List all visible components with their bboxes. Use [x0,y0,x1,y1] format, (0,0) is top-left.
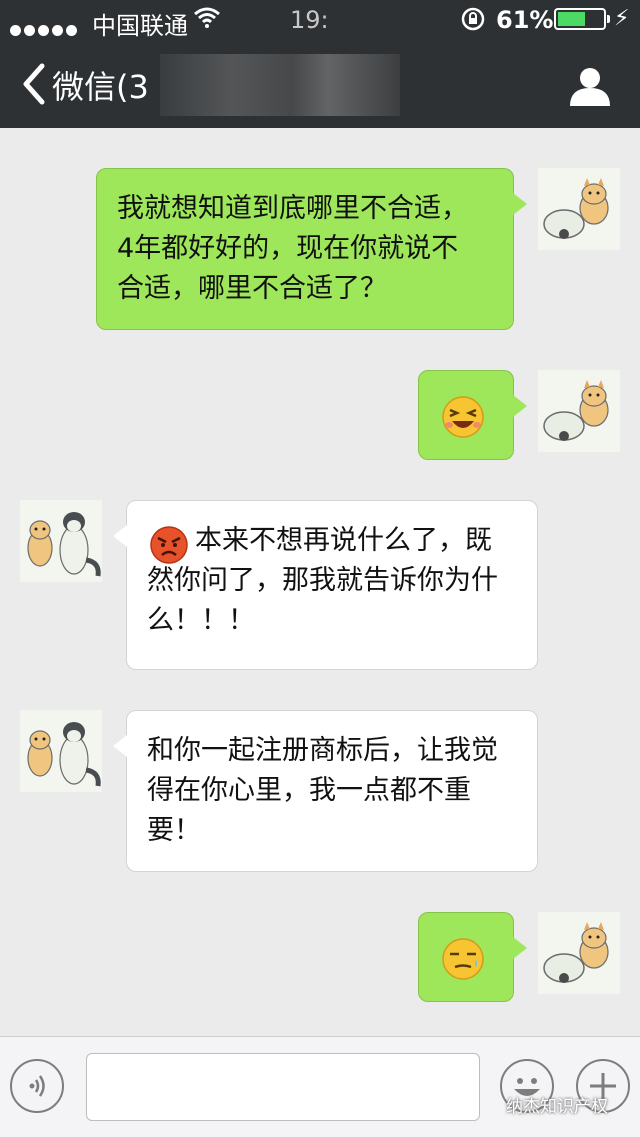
laughing-squint-emoji [441,395,485,451]
smirk-sweat-emoji [441,937,485,993]
incoming-message-bubble[interactable]: 和你一起注册商标后，让我觉 得在你心里，我一点都不重 要！ [113,710,538,872]
avatar[interactable] [20,500,102,582]
shiba-husky-avatar-icon [538,370,620,452]
shiba-husky-avatar-icon [20,500,102,582]
outgoing-emoji-bubble[interactable] [418,912,527,1002]
outgoing-emoji-bubble[interactable] [418,370,527,460]
avatar[interactable] [538,168,620,250]
message-input[interactable] [86,1053,480,1121]
angry-face-emoji [149,525,189,577]
battery-percent: 61% [496,6,554,34]
voice-input-button[interactable] [10,1059,64,1113]
outgoing-message-bubble[interactable]: 我就想知道到底哪里不合适， 4年都好好的，现在你就说不 合适，哪里不合适了？ [96,168,527,330]
shiba-husky-avatar-icon [538,168,620,250]
incoming-message-bubble[interactable]: 本来不想再说什么了，既 然你问了，那我就告诉你为什 么！！！ [113,500,538,670]
clock: 19: [290,6,329,34]
redacted-contact-name [160,54,400,116]
carrier-name: 中国联通 [92,12,188,40]
battery-icon [554,8,610,30]
message-input-bar [0,1036,640,1137]
chat-header: 微信(3 [0,40,640,128]
avatar[interactable] [20,710,102,792]
back-button-label[interactable]: 微信(3 [52,62,149,108]
status-bar: 中国联通 19: 61% ⚡ [0,0,640,40]
avatar[interactable] [538,370,620,452]
chevron-left-icon[interactable] [18,62,50,106]
message-text: 和你一起注册商标后，让我觉 得在你心里，我一点都不重 要！ [147,735,498,846]
rotation-lock-icon [460,6,486,38]
shiba-husky-avatar-icon [538,912,620,994]
charging-bolt-icon: ⚡ [614,6,630,31]
person-icon[interactable] [568,64,612,108]
watermark: 纳杰知识产权 [506,1097,608,1117]
message-text: 我就想知道到底哪里不合适， 4年都好好的，现在你就说不 合适，哪里不合适了？ [117,193,468,304]
wifi-icon [194,6,220,34]
signal-strength-icon [10,14,80,42]
voice-icon [29,1075,45,1097]
avatar[interactable] [538,912,620,994]
shiba-husky-avatar-icon [20,710,102,792]
